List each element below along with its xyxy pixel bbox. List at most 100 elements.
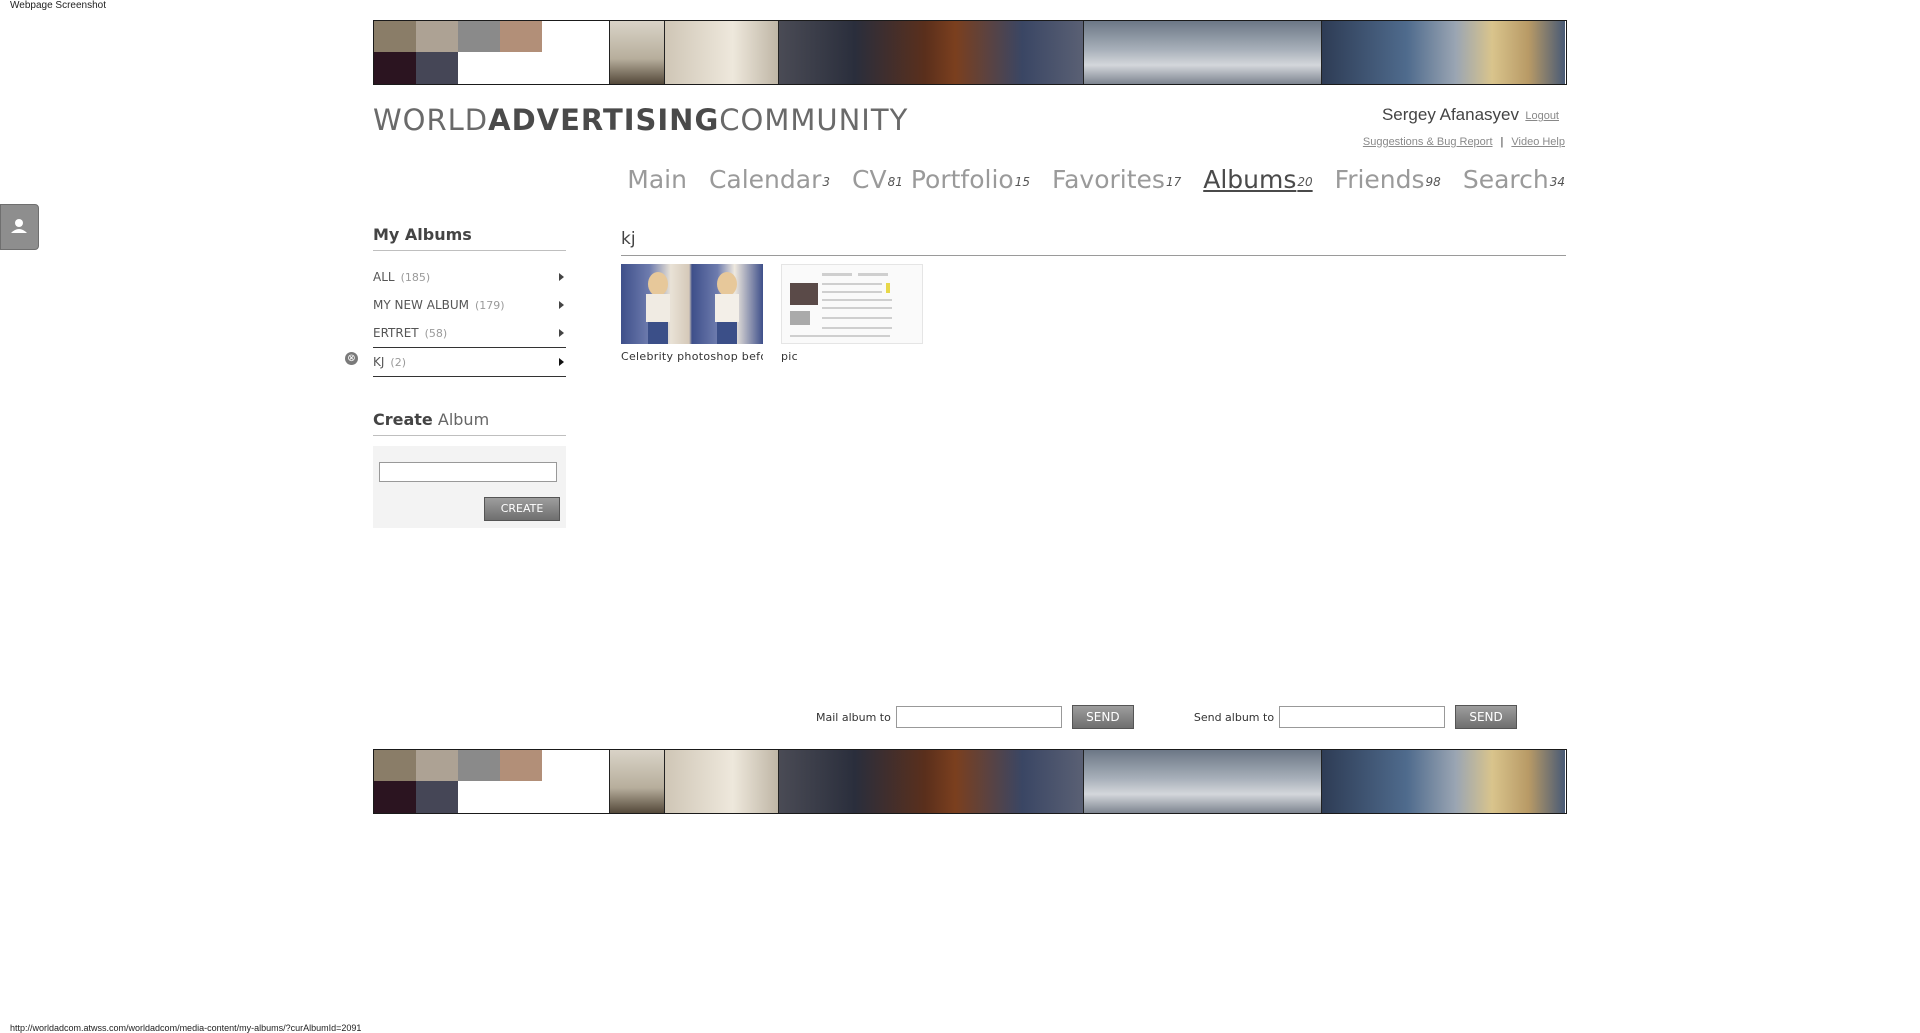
site-logo[interactable]: WORLDADVERTISINGCOMMUNITY — [373, 103, 908, 137]
create-album-box: CREATE — [373, 446, 566, 528]
video-help-link[interactable]: Video Help — [1511, 136, 1565, 148]
send-album-input[interactable] — [1279, 706, 1446, 728]
photo-caption: pic — [781, 350, 798, 363]
thumb-block — [822, 299, 892, 301]
nav-label: Portfolio — [910, 165, 1014, 194]
album-name: ERTRET — [373, 326, 419, 340]
nav-cv[interactable]: CV81 — [852, 165, 903, 194]
color-swatches — [374, 21, 610, 84]
logo-part-world: WORLD — [373, 103, 489, 137]
create-button[interactable]: CREATE — [484, 497, 560, 521]
share-album-row: Mail album to SEND Send album to SEND — [816, 705, 1518, 729]
create-heading-bold: Create — [373, 410, 433, 429]
thumb-block — [858, 273, 888, 276]
side-profile-tab[interactable] — [0, 204, 39, 250]
nav-label: Friends — [1334, 165, 1425, 194]
nav-count: 98 — [1425, 175, 1441, 189]
main-nav: Main Calendar3 CV81 Portfolio15 Favorite… — [627, 165, 1565, 194]
arrow-right-icon — [559, 329, 564, 337]
album-photo-item[interactable]: pic — [781, 264, 923, 363]
nav-portfolio[interactable]: Portfolio15 — [911, 165, 1030, 194]
thumb-block — [886, 283, 890, 293]
nav-albums[interactable]: Albums20 — [1203, 165, 1312, 194]
nav-label: Main — [627, 165, 687, 194]
color-swatches — [374, 750, 610, 813]
nav-label: Favorites — [1052, 165, 1165, 194]
top-banner — [373, 20, 1567, 85]
arrow-right-icon — [559, 358, 564, 366]
create-heading-light: Album — [437, 410, 490, 429]
swatch — [416, 781, 458, 813]
album-item-my-new-album[interactable]: MY NEW ALBUM (179) — [373, 291, 566, 319]
mail-album-label: Mail album to — [816, 710, 891, 724]
swatch — [416, 750, 458, 781]
banner-photo-mascot — [779, 21, 1084, 84]
thumb-block — [822, 317, 892, 319]
suggestions-link[interactable]: Suggestions & Bug Report — [1363, 136, 1493, 148]
send-album-button[interactable]: SEND — [1455, 705, 1518, 729]
thumb-block — [822, 273, 852, 276]
thumb-block — [790, 311, 810, 325]
nav-search[interactable]: Search34 — [1463, 165, 1565, 194]
logout-link[interactable]: Logout — [1525, 110, 1559, 122]
album-name: ALL — [373, 270, 395, 284]
nav-label: Search — [1462, 165, 1549, 194]
logo-part-community: COMMUNITY — [719, 103, 909, 137]
photo-caption: Celebrity photoshop before and after — [621, 350, 763, 363]
swatch — [374, 21, 416, 52]
thumb-block — [822, 307, 892, 309]
send-album-label: Send album to — [1193, 710, 1275, 724]
mail-album-input[interactable] — [895, 706, 1062, 728]
swatch — [374, 52, 416, 84]
swatch — [416, 52, 458, 84]
window-caption: Webpage Screenshot — [10, 0, 106, 11]
nav-favorites[interactable]: Favorites17 — [1052, 165, 1181, 194]
nav-count: 3 — [822, 175, 831, 189]
remove-album-icon[interactable]: ⊗ — [345, 352, 358, 365]
thumbnail-figures — [646, 272, 739, 344]
thumb-block — [790, 335, 890, 337]
photo-thumbnail[interactable] — [621, 264, 763, 344]
swatch — [500, 750, 542, 781]
album-name-input[interactable] — [379, 462, 557, 482]
album-name: KJ — [373, 355, 385, 369]
nav-main[interactable]: Main — [627, 165, 687, 194]
album-name: MY NEW ALBUM — [373, 298, 469, 312]
swatch — [458, 750, 500, 781]
thumb-block — [822, 291, 882, 293]
banner-photo-car — [1084, 21, 1322, 84]
album-item-ertret[interactable]: ERTRET (58) — [373, 319, 566, 347]
swatch — [500, 21, 542, 52]
mail-send-button[interactable]: SEND — [1071, 705, 1134, 729]
thumb-block — [822, 283, 882, 285]
thumb-block — [790, 283, 818, 305]
nav-count: 34 — [1549, 175, 1565, 189]
swatch — [458, 21, 500, 52]
banner-photo-dog — [665, 21, 779, 84]
thumb-block — [822, 327, 892, 329]
album-count: (2) — [390, 355, 407, 369]
nav-friends[interactable]: Friends98 — [1335, 165, 1441, 194]
user-icon — [11, 219, 27, 233]
album-count: (179) — [475, 298, 505, 312]
nav-calendar[interactable]: Calendar3 — [709, 165, 830, 194]
nav-count: 20 — [1297, 175, 1313, 189]
banner-photo-mascot — [779, 750, 1084, 813]
banner-photo-model — [1322, 750, 1565, 813]
nav-label: CV — [852, 165, 887, 194]
banner-photo-tree — [610, 750, 665, 813]
bottom-banner — [373, 749, 1567, 814]
banner-photo-tree — [610, 21, 665, 84]
nav-count: 15 — [1014, 175, 1030, 189]
user-name[interactable]: Sergey Afanasyev — [1382, 105, 1519, 125]
album-photo-item[interactable]: Celebrity photoshop before and after — [621, 264, 763, 363]
banner-photo-model — [1322, 21, 1565, 84]
photo-thumbnail[interactable] — [781, 264, 923, 344]
album-list: ALL (185) MY NEW ALBUM (179) ERTRET (58) KJ… — [373, 263, 566, 377]
album-item-all[interactable]: ALL (185) — [373, 263, 566, 291]
swatch — [416, 21, 458, 52]
album-title: kj — [621, 229, 1566, 256]
nav-label: Calendar — [708, 165, 822, 194]
album-item-kj[interactable]: KJ (2) — [373, 347, 566, 377]
logo-part-advertising: ADVERTISING — [488, 103, 720, 137]
